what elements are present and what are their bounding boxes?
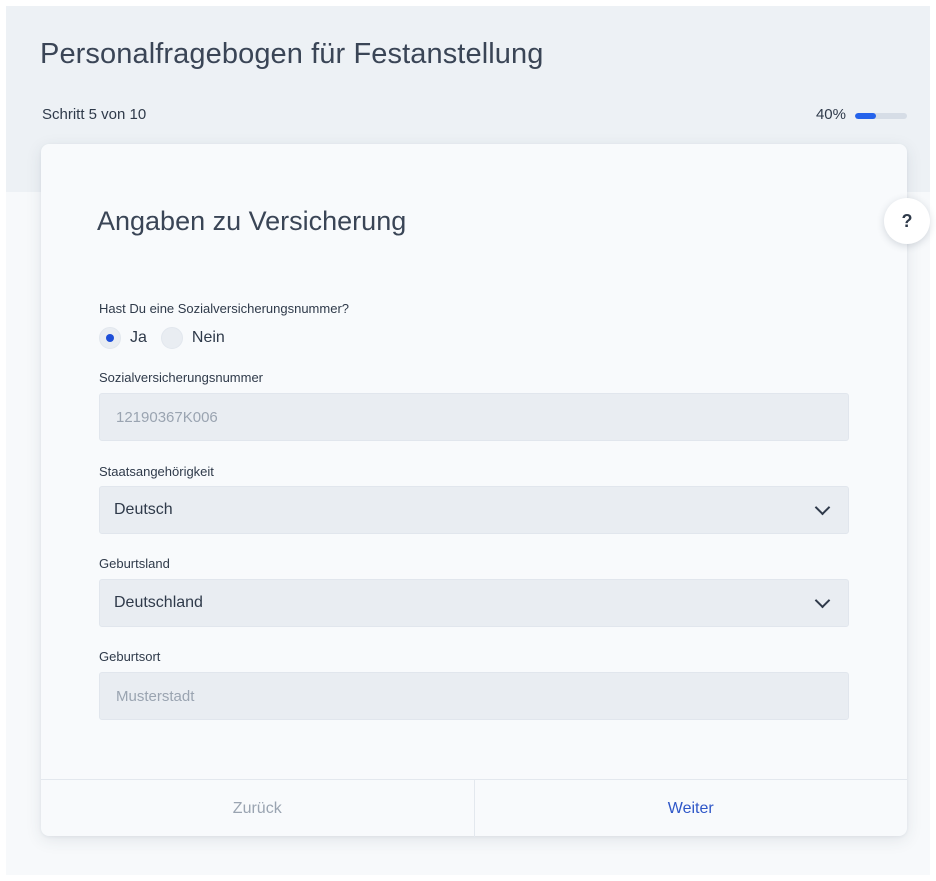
radio-option-yes[interactable]: Ja (99, 327, 147, 349)
next-button[interactable]: Weiter (475, 780, 908, 837)
step-indicator: Schritt 5 von 10 (42, 106, 147, 123)
radio-option-no[interactable]: Nein (160, 327, 225, 349)
form-card: Angaben zu Versicherung Hast Du eine Soz… (41, 144, 907, 837)
birth-country-select[interactable]: Deutschland (99, 579, 849, 627)
birth-place-field[interactable] (99, 672, 849, 720)
progress-bar (855, 113, 907, 119)
birth-place-input[interactable] (114, 686, 834, 706)
page-title: Personalfragebogen für Festanstellung (40, 38, 544, 70)
progress-bar-fill (855, 113, 876, 119)
svn-input[interactable] (114, 407, 834, 427)
radio-no-circle[interactable] (160, 327, 183, 349)
svn-field[interactable] (99, 393, 849, 441)
birth-country-value: Deutschland (114, 594, 203, 611)
nationality-value: Deutsch (114, 501, 173, 518)
help-button[interactable]: ? (884, 198, 930, 244)
back-button[interactable]: Zurück (41, 780, 475, 837)
radio-selected-dot (106, 334, 114, 342)
radio-yes-label: Ja (130, 329, 147, 346)
svn-radio-group: Ja Nein (99, 326, 239, 350)
radio-no-label: Nein (191, 329, 225, 346)
progress-percent: 40% (815, 106, 846, 123)
form-footer: Zurück Weiter (41, 779, 907, 837)
nationality-select[interactable]: Deutsch (99, 486, 849, 534)
chevron-down-icon (814, 592, 831, 609)
chevron-down-icon (814, 499, 831, 516)
svn-question-label: Hast Du eine Sozialversicherungsnummer? (99, 301, 350, 316)
svn-field-label: Sozialversicherungsnummer (99, 370, 264, 385)
radio-yes-circle[interactable] (99, 327, 121, 349)
birth-place-label: Geburtsort (99, 649, 161, 664)
section-title: Angaben zu Versicherung (97, 206, 407, 236)
birth-country-label: Geburtsland (99, 556, 170, 571)
nationality-label: Staatsangehörigkeit (99, 464, 214, 479)
